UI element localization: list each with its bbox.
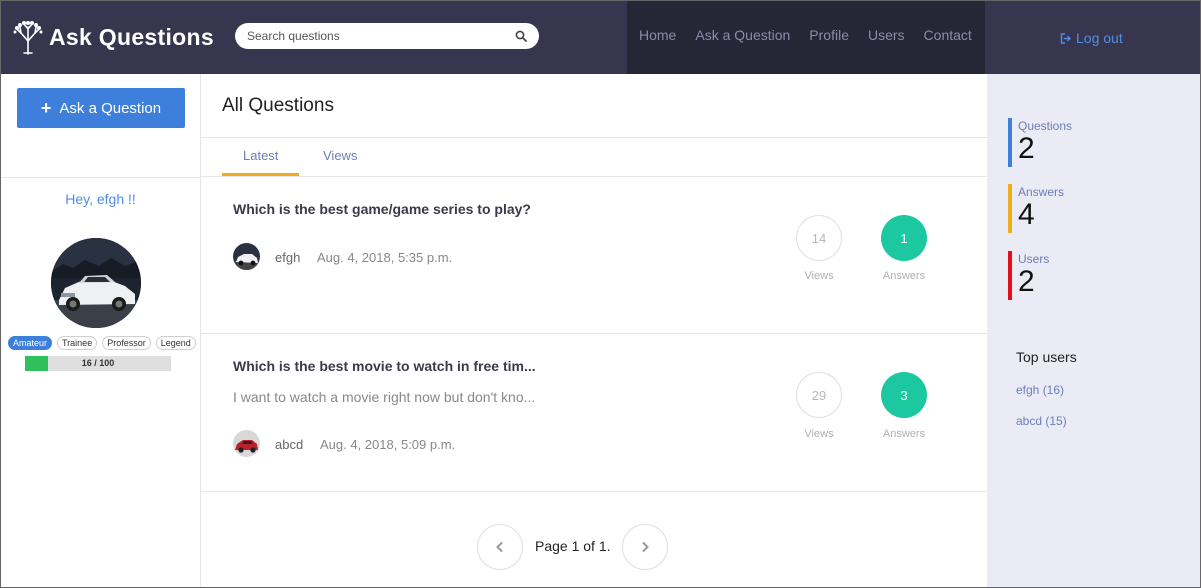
- author-avatar[interactable]: [233, 243, 260, 270]
- stat-label: Users: [1018, 252, 1050, 266]
- stat-color-bar: [1008, 184, 1012, 233]
- points-progress-bar: 16 / 100: [25, 356, 171, 371]
- stat-color-bar: [1008, 251, 1012, 300]
- car-avatar-image: [233, 243, 260, 270]
- question-divider: [201, 333, 987, 334]
- ask-question-button[interactable]: + Ask a Question: [17, 88, 185, 128]
- search-input[interactable]: [247, 29, 515, 43]
- pagination-label: Page 1 of 1.: [535, 538, 611, 554]
- question-date: Aug. 4, 2018, 5:09 p.m.: [320, 437, 456, 452]
- car-avatar-image: [51, 238, 141, 328]
- stat-value: 2: [1018, 132, 1035, 165]
- nav-ask-question[interactable]: Ask a Question: [695, 27, 790, 43]
- profile-avatar[interactable]: [51, 238, 141, 328]
- answers-count: 1: [881, 215, 927, 261]
- nav-users[interactable]: Users: [868, 27, 905, 43]
- prev-page-button[interactable]: [477, 524, 523, 570]
- stat-value: 4: [1018, 198, 1035, 231]
- answers-label: Answers: [882, 270, 926, 282]
- tab-views[interactable]: Views: [323, 148, 357, 163]
- stat-value: 2: [1018, 265, 1035, 298]
- answers-label: Answers: [882, 428, 926, 440]
- nav-home[interactable]: Home: [639, 27, 676, 43]
- sidebar-divider: [0, 177, 200, 178]
- search-icon[interactable]: [515, 30, 527, 42]
- car-avatar-image: [233, 430, 260, 457]
- top-user-link[interactable]: abcd (15): [1016, 414, 1067, 428]
- logout-link[interactable]: Log out: [1060, 30, 1123, 46]
- rank-badge-professor: Professor: [102, 336, 151, 350]
- chevron-right-icon: [642, 541, 649, 553]
- stat-users: Users 2: [1008, 251, 1049, 300]
- views-label: Views: [804, 428, 834, 440]
- search-box[interactable]: [235, 23, 539, 49]
- author-name[interactable]: abcd: [275, 437, 303, 452]
- author-avatar[interactable]: [233, 430, 260, 457]
- top-user-link[interactable]: efgh (16): [1016, 383, 1064, 397]
- main-nav: Home Ask a Question Profile Users Contac…: [627, 0, 985, 74]
- stat-label: Questions: [1018, 119, 1073, 133]
- question-title[interactable]: Which is the best movie to watch in free…: [233, 358, 536, 374]
- page-title: All Questions: [222, 95, 334, 116]
- points-progress-text: 16 / 100: [81, 358, 115, 368]
- left-sidebar: + Ask a Question Hey, efgh !! Amateur Tr…: [0, 74, 201, 588]
- rank-badge-amateur: Amateur: [8, 336, 53, 350]
- views-count: 29: [796, 372, 842, 418]
- rank-badge-legend: Legend: [155, 336, 196, 350]
- views-count: 14: [796, 215, 842, 261]
- stat-label: Answers: [1018, 185, 1065, 199]
- next-page-button[interactable]: [622, 524, 668, 570]
- stat-answers: Answers 4: [1008, 184, 1064, 233]
- stat-color-bar: [1008, 118, 1012, 167]
- views-label: Views: [804, 270, 834, 282]
- logo-text: Ask Questions: [49, 23, 214, 50]
- question-divider: [201, 491, 987, 492]
- tree-logo-icon: [13, 21, 43, 55]
- answers-count: 3: [881, 372, 927, 418]
- right-sidebar: Questions 2 Answers 4 Users 2 Top users …: [987, 74, 1201, 588]
- user-greeting: Hey, efgh !!: [65, 191, 136, 207]
- rank-badge-trainee: Trainee: [57, 336, 98, 350]
- nav-profile[interactable]: Profile: [809, 27, 849, 43]
- question-date: Aug. 4, 2018, 5:35 p.m.: [317, 250, 453, 265]
- stat-questions: Questions 2: [1008, 118, 1072, 167]
- question-excerpt: I want to watch a movie right now but do…: [233, 389, 536, 405]
- chevron-left-icon: [496, 541, 503, 553]
- nav-contact[interactable]: Contact: [924, 27, 972, 43]
- main-content: All Questions Latest Views Which is the …: [201, 74, 987, 588]
- top-users-heading: Top users: [1016, 349, 1077, 365]
- site-logo[interactable]: Ask Questions: [12, 18, 214, 56]
- top-header: Ask Questions Home Ask a Question Profil…: [0, 0, 1201, 74]
- rank-badges: Amateur Trainee Professor Legend: [8, 336, 196, 350]
- ask-question-label: Ask a Question: [59, 99, 162, 117]
- sign-out-icon: [1060, 32, 1071, 44]
- question-title[interactable]: Which is the best game/game series to pl…: [233, 201, 531, 217]
- author-name[interactable]: efgh: [275, 250, 300, 265]
- title-divider: [201, 137, 987, 138]
- logout-label: Log out: [1076, 30, 1123, 46]
- plus-icon: +: [40, 98, 52, 118]
- tab-latest[interactable]: Latest: [243, 148, 278, 163]
- tabs-divider: [201, 176, 987, 177]
